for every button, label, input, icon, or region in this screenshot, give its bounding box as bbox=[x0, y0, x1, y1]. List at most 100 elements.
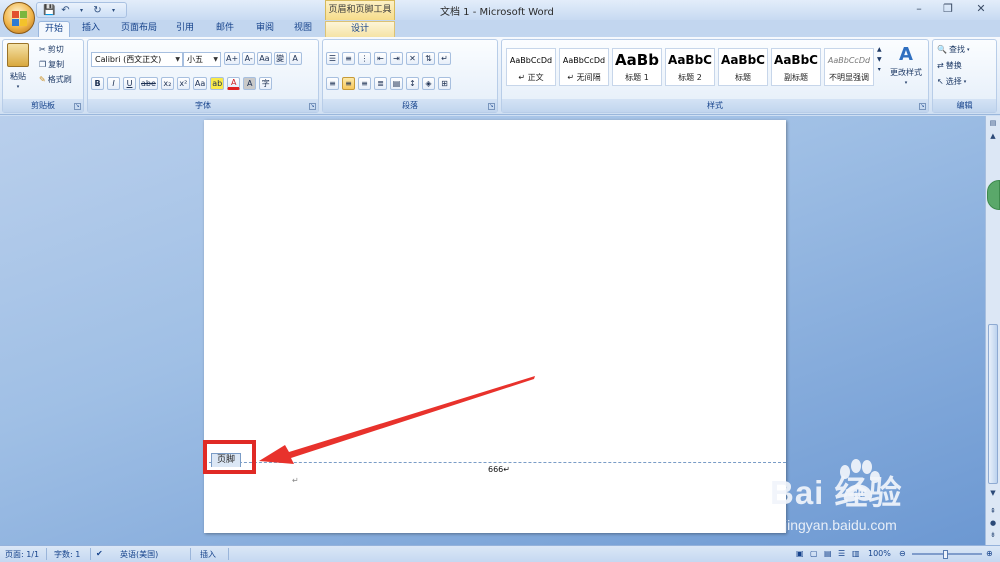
tab-review[interactable]: 审阅 bbox=[250, 21, 280, 37]
status-page[interactable]: 页面: 1/1 bbox=[5, 549, 39, 560]
previous-page-icon[interactable]: ⇞ bbox=[987, 506, 999, 517]
next-page-icon[interactable]: ⇟ bbox=[987, 530, 999, 541]
grow-font-button[interactable]: A+ bbox=[224, 52, 241, 65]
change-styles-button[interactable]: A 更改样式 ▾ bbox=[890, 44, 922, 86]
proofing-icon[interactable]: ✔ bbox=[96, 549, 103, 558]
clipboard-launcher-icon[interactable]: ↘ bbox=[74, 103, 81, 110]
font-launcher-icon[interactable]: ↘ bbox=[309, 103, 316, 110]
font-name-select[interactable]: Calibri (西文正文) ▼ bbox=[91, 52, 183, 67]
footer-text[interactable]: 666↵ bbox=[488, 465, 510, 474]
outline-view-icon[interactable]: ☰ bbox=[838, 549, 845, 558]
numbering-icon[interactable]: ≡ bbox=[342, 52, 355, 65]
full-screen-reading-icon[interactable]: ▢ bbox=[810, 549, 818, 558]
undo-icon[interactable]: ↶ bbox=[59, 4, 72, 16]
italic-button[interactable]: I bbox=[107, 77, 120, 90]
style-normal[interactable]: AaBbCcDd ↵ 正文 bbox=[506, 48, 556, 86]
style-heading-1[interactable]: AaBb 标题 1 bbox=[612, 48, 662, 86]
status-language[interactable]: 英语(美国) bbox=[120, 549, 158, 560]
shrink-font-button[interactable]: A- bbox=[242, 52, 256, 65]
shading-icon[interactable]: ◈ bbox=[422, 77, 435, 90]
style-heading-2[interactable]: AaBbC 标题 2 bbox=[665, 48, 715, 86]
style-subtle-emphasis[interactable]: AaBbCcDd 不明显强调 bbox=[824, 48, 874, 86]
redo-icon[interactable]: ↻ bbox=[91, 4, 104, 16]
tab-design[interactable]: 设计 bbox=[325, 21, 395, 37]
enclose-characters-button[interactable]: 字 bbox=[259, 77, 273, 90]
find-button[interactable]: 🔍 查找 ▾ bbox=[937, 44, 969, 55]
scroll-thumb[interactable] bbox=[988, 324, 998, 484]
cut-button[interactable]: ✂ 剪切 bbox=[39, 44, 64, 55]
zoom-in-icon[interactable]: ⊕ bbox=[986, 549, 993, 558]
borders-icon[interactable]: ⊞ bbox=[438, 77, 451, 90]
char-border-button[interactable]: A bbox=[288, 52, 302, 65]
scroll-up-icon[interactable]: ▲ bbox=[987, 131, 999, 142]
tab-page-layout[interactable]: 页面布局 bbox=[115, 21, 163, 37]
scroll-down-icon[interactable]: ▼ bbox=[987, 488, 999, 499]
subscript-button[interactable]: x₂ bbox=[160, 77, 174, 90]
line-spacing-icon[interactable]: ↕ bbox=[406, 77, 419, 90]
decrease-indent-icon[interactable]: ⇤ bbox=[374, 52, 387, 65]
phonetic-guide-button[interactable]: 變 bbox=[273, 52, 287, 65]
side-tab-badge[interactable] bbox=[987, 180, 1000, 210]
tab-home[interactable]: 开始 bbox=[38, 21, 70, 37]
select-button[interactable]: ↖ 选择 ▾ bbox=[937, 76, 966, 87]
sort-icon[interactable]: ⇅ bbox=[422, 52, 435, 65]
print-layout-view-icon[interactable]: ▣ bbox=[796, 549, 804, 558]
clear-format-button[interactable]: Aa bbox=[257, 52, 272, 65]
format-painter-button[interactable]: ✎ 格式刷 bbox=[39, 74, 72, 85]
align-center-icon[interactable]: ≡ bbox=[342, 77, 355, 90]
gallery-more-icon[interactable]: ▾ bbox=[878, 66, 881, 73]
gallery-up-icon[interactable]: ▲ bbox=[877, 46, 882, 53]
style-subtitle[interactable]: AaBbC 副标题 bbox=[771, 48, 821, 86]
office-button[interactable] bbox=[3, 2, 35, 34]
minimize-button[interactable]: – bbox=[906, 2, 932, 17]
undo-dropdown-icon[interactable]: ▾ bbox=[75, 4, 88, 16]
tab-references[interactable]: 引用 bbox=[170, 21, 200, 37]
underline-button[interactable]: U bbox=[123, 77, 136, 90]
style-no-spacing[interactable]: AaBbCcDd ↵ 无间隔 bbox=[559, 48, 609, 86]
superscript-button[interactable]: x² bbox=[176, 77, 190, 90]
browse-object-icon[interactable]: ● bbox=[987, 518, 999, 529]
bullets-icon[interactable]: ☰ bbox=[326, 52, 339, 65]
ruler-toggle-icon[interactable]: ▤ bbox=[987, 118, 999, 129]
tab-mailings[interactable]: 邮件 bbox=[210, 21, 240, 37]
replace-button[interactable]: ⇄ 替换 bbox=[937, 60, 962, 71]
zoom-level[interactable]: 100% bbox=[868, 549, 891, 558]
close-button[interactable]: ✕ bbox=[968, 2, 994, 17]
customize-qat-icon[interactable]: ▾ bbox=[107, 4, 120, 16]
web-layout-view-icon[interactable]: ▤ bbox=[824, 549, 832, 558]
align-right-icon[interactable]: ≡ bbox=[358, 77, 371, 90]
draft-view-icon[interactable]: ▥ bbox=[852, 549, 860, 558]
justify-icon[interactable]: ≣ bbox=[374, 77, 387, 90]
paste-button[interactable]: 粘贴 ▾ bbox=[7, 43, 29, 90]
restore-button[interactable]: ❐ bbox=[935, 2, 961, 17]
status-insert-mode[interactable]: 插入 bbox=[200, 549, 216, 560]
change-case-button[interactable]: Aa bbox=[192, 77, 208, 90]
font-size-select[interactable]: 小五 ▼ bbox=[183, 52, 221, 67]
gallery-down-icon[interactable]: ▼ bbox=[877, 56, 882, 63]
increase-indent-icon[interactable]: ⇥ bbox=[390, 52, 403, 65]
multilevel-list-icon[interactable]: ⋮ bbox=[358, 52, 371, 65]
style-gallery-scroll[interactable]: ▲ ▼ ▾ bbox=[877, 46, 882, 73]
zoom-slider-thumb[interactable] bbox=[943, 550, 948, 559]
bold-button[interactable]: B bbox=[91, 77, 104, 90]
tab-view[interactable]: 视图 bbox=[288, 21, 318, 37]
copy-button[interactable]: ❐ 复制 bbox=[39, 59, 64, 70]
zoom-out-icon[interactable]: ⊖ bbox=[899, 549, 906, 558]
highlight-button[interactable]: ab bbox=[210, 77, 225, 90]
styles-launcher-icon[interactable]: ↘ bbox=[919, 103, 926, 110]
show-marks-icon[interactable]: ↵ bbox=[438, 52, 451, 65]
tab-insert[interactable]: 插入 bbox=[76, 21, 106, 37]
font-color-button[interactable]: A bbox=[227, 77, 241, 90]
paragraph-launcher-icon[interactable]: ↘ bbox=[488, 103, 495, 110]
save-icon[interactable]: 💾 bbox=[43, 4, 56, 16]
strikethrough-button[interactable]: abe bbox=[139, 77, 158, 90]
style-title[interactable]: AaBbC 标题 bbox=[718, 48, 768, 86]
font-group: Calibri (西文正文) ▼ 小五 ▼ A+ A- Aa 變 A B I U… bbox=[87, 39, 319, 113]
chinese-layout-icon[interactable]: ✕ bbox=[406, 52, 419, 65]
char-shading-button[interactable]: A bbox=[243, 77, 257, 90]
align-left-icon[interactable]: ≡ bbox=[326, 77, 339, 90]
document-page[interactable]: 页脚 666↵ ↵ bbox=[204, 120, 786, 533]
editing-group: 🔍 查找 ▾ ⇄ 替换 ↖ 选择 ▾ 编辑 bbox=[932, 39, 997, 113]
status-word-count[interactable]: 字数: 1 bbox=[54, 549, 80, 560]
distributed-icon[interactable]: ▤ bbox=[390, 77, 403, 90]
